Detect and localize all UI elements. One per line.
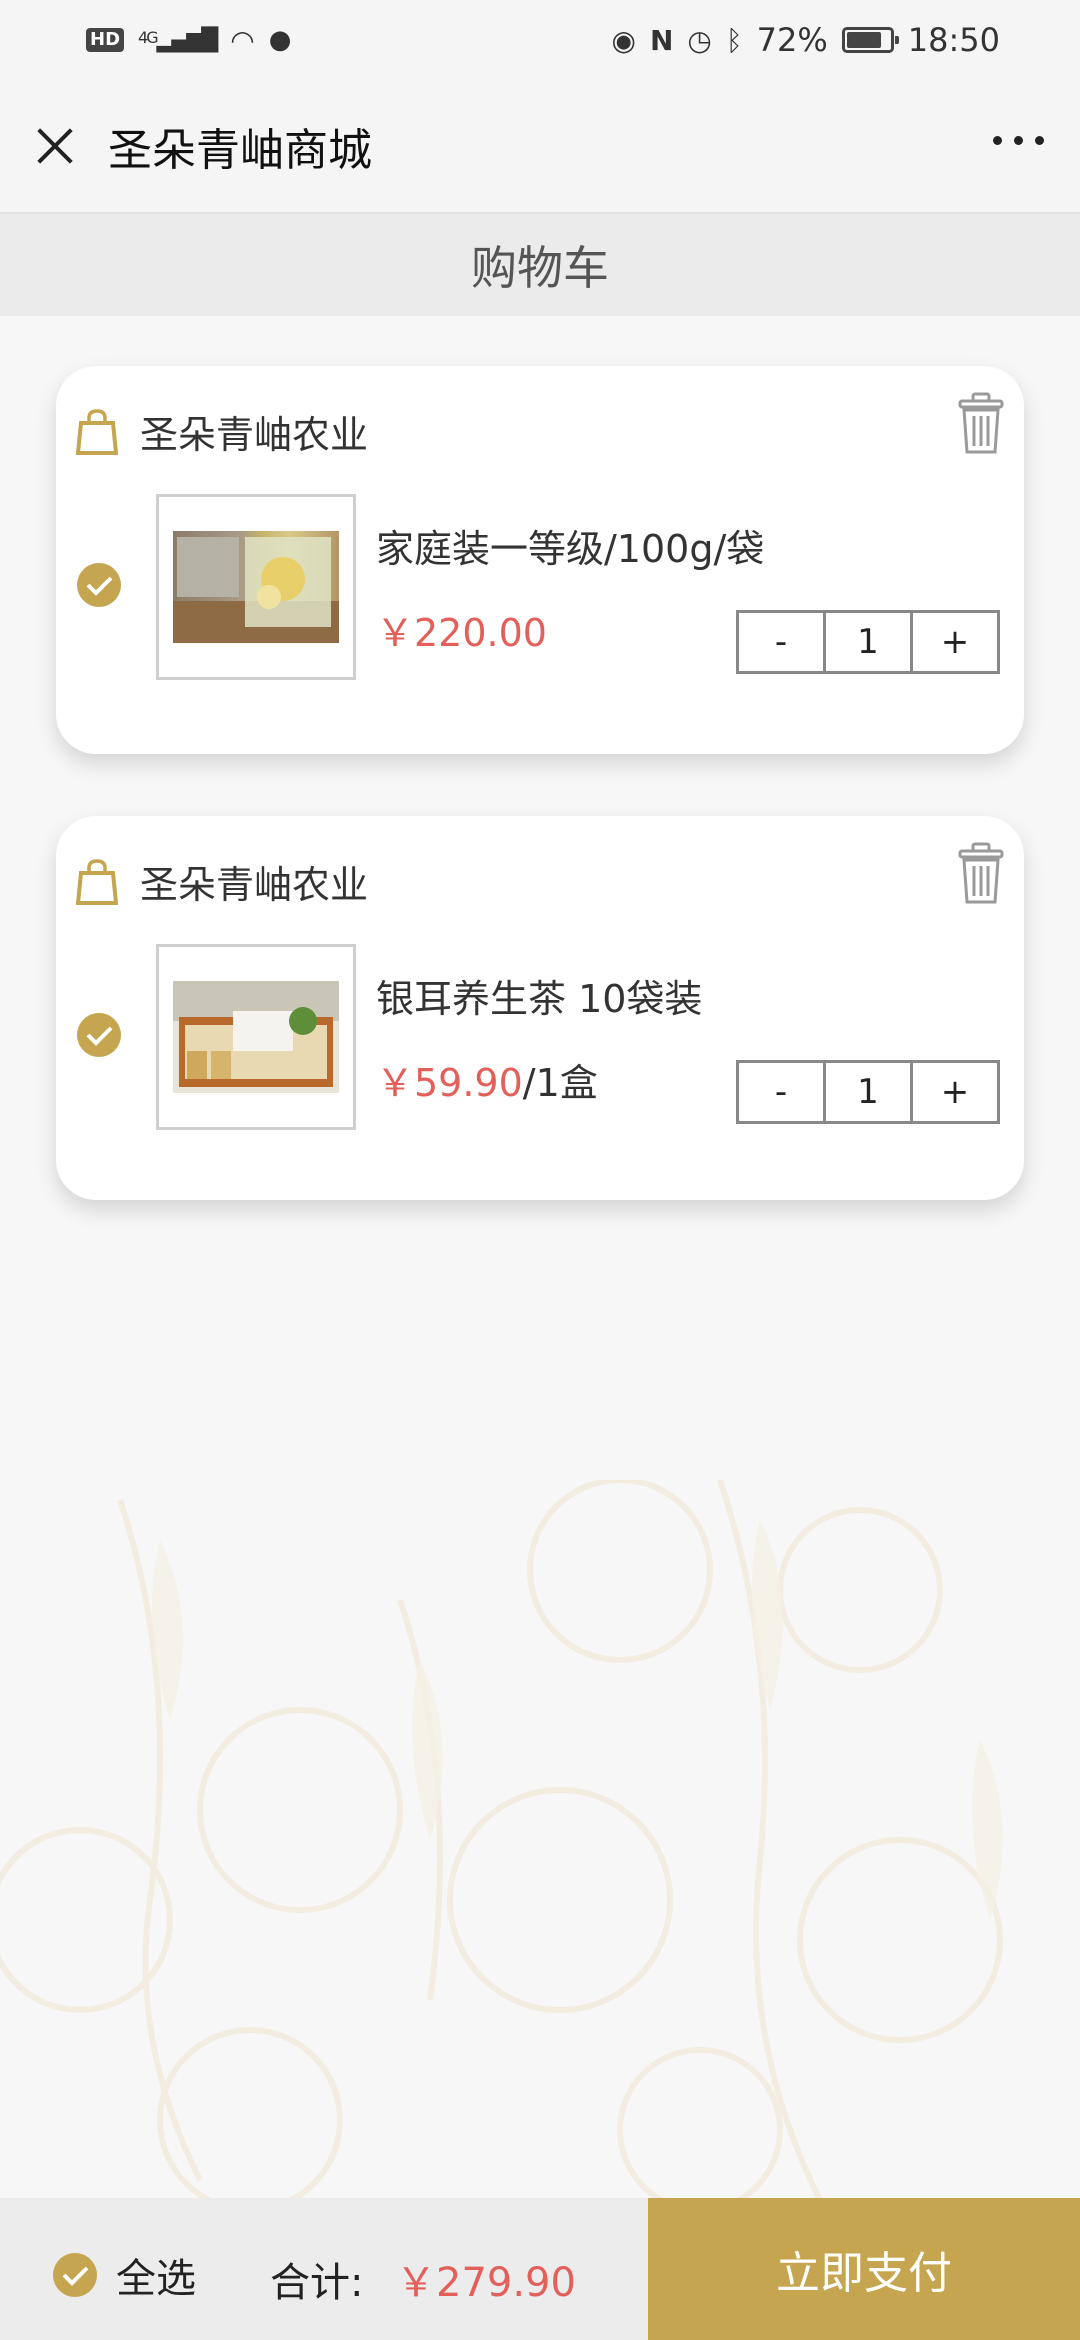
- quantity-minus-button[interactable]: -: [739, 1063, 823, 1121]
- shop-row: 圣朵青岫农业: [75, 404, 369, 459]
- bluetooth-icon: ᛒ: [725, 23, 743, 57]
- hd-badge: HD: [86, 28, 125, 52]
- quantity-plus-button[interactable]: +: [910, 1063, 997, 1121]
- price-line: ￥59.90/1盒: [376, 1052, 598, 1107]
- shop-row: 圣朵青岫农业: [75, 854, 369, 909]
- select-all-toggle[interactable]: 全选: [52, 2246, 196, 2304]
- product-photo: [173, 531, 339, 643]
- item-checkbox-icon[interactable]: [76, 1012, 122, 1058]
- status-bar: HD 4G▂▄▆█ ◠ ● ◉ N ◷ ᛒ 72% 18:50: [0, 0, 1080, 80]
- quantity-minus-button[interactable]: -: [739, 613, 823, 671]
- clock-time: 18:50: [907, 21, 1000, 59]
- item-checkbox-icon[interactable]: [76, 562, 122, 608]
- more-dot: [993, 136, 1002, 145]
- wifi-icon: ◠: [230, 23, 255, 57]
- shopping-bag-icon: [75, 408, 119, 455]
- status-right: ◉ N ◷ ᛒ 72% 18:50: [612, 21, 1000, 59]
- app-title: 圣朵青岫商城: [108, 125, 372, 176]
- message-icon: ●: [268, 25, 292, 55]
- alarm-icon: ◷: [687, 23, 712, 57]
- quantity-stepper: - 1 +: [736, 610, 1000, 674]
- cart-item-card: 圣朵青岫农业 家庭装一等级/100g/袋 ￥220.00 - 1 +: [56, 366, 1024, 754]
- quantity-stepper: - 1 +: [736, 1060, 1000, 1124]
- bottom-summary: 全选 合计: ￥279.90: [0, 2198, 648, 2340]
- more-menu-icon[interactable]: [993, 136, 1044, 145]
- close-icon[interactable]: [26, 117, 84, 175]
- delete-trash-icon[interactable]: [958, 392, 1004, 454]
- quantity-plus-button[interactable]: +: [910, 613, 997, 671]
- product-image[interactable]: [156, 494, 356, 680]
- network-type: 4G: [138, 27, 159, 47]
- more-dot: [1035, 136, 1044, 145]
- floral-watermark-decoration: [0, 1480, 1003, 2200]
- page-title: 购物车: [0, 212, 1080, 316]
- quantity-value[interactable]: 1: [823, 1063, 910, 1121]
- cart-item-card: 圣朵青岫农业 银耳养生茶 10袋装 ￥59.90/1盒 - 1 +: [56, 816, 1024, 1200]
- product-unit: /1盒: [522, 1061, 598, 1105]
- total-label: 合计:: [270, 2260, 364, 2306]
- app-bar: 圣朵青岫商城: [0, 80, 1080, 212]
- product-name: 家庭装一等级/100g/袋: [376, 527, 765, 571]
- product-price: ￥220.00: [376, 611, 547, 655]
- battery-icon: [841, 27, 899, 53]
- shopping-bag-icon: [75, 858, 119, 905]
- more-dot: [1014, 136, 1023, 145]
- select-all-checkbox-icon[interactable]: [52, 2252, 98, 2298]
- bottom-checkout-bar: 全选 合计: ￥279.90 立即支付: [0, 2198, 1080, 2340]
- shop-name: 圣朵青岫农业: [140, 863, 369, 907]
- shop-name: 圣朵青岫农业: [140, 413, 369, 457]
- eye-icon: ◉: [611, 23, 636, 57]
- status-left: HD 4G▂▄▆█ ◠ ●: [86, 24, 291, 57]
- delete-trash-icon[interactable]: [958, 842, 1004, 904]
- product-photo: [173, 981, 339, 1093]
- product-image[interactable]: [156, 944, 356, 1130]
- total-amount: ￥279.90: [396, 2260, 576, 2306]
- nfc-icon: N: [649, 23, 674, 57]
- product-price: ￥59.90: [376, 1061, 523, 1105]
- quantity-value[interactable]: 1: [823, 613, 910, 671]
- pay-now-button[interactable]: 立即支付: [648, 2198, 1080, 2340]
- product-name: 银耳养生茶 10袋装: [376, 977, 703, 1021]
- select-all-label: 全选: [116, 2256, 196, 2302]
- network-signal-icon: 4G▂▄▆█: [138, 27, 218, 53]
- price-line: ￥220.00: [376, 602, 547, 657]
- battery-percent: 72%: [756, 21, 828, 59]
